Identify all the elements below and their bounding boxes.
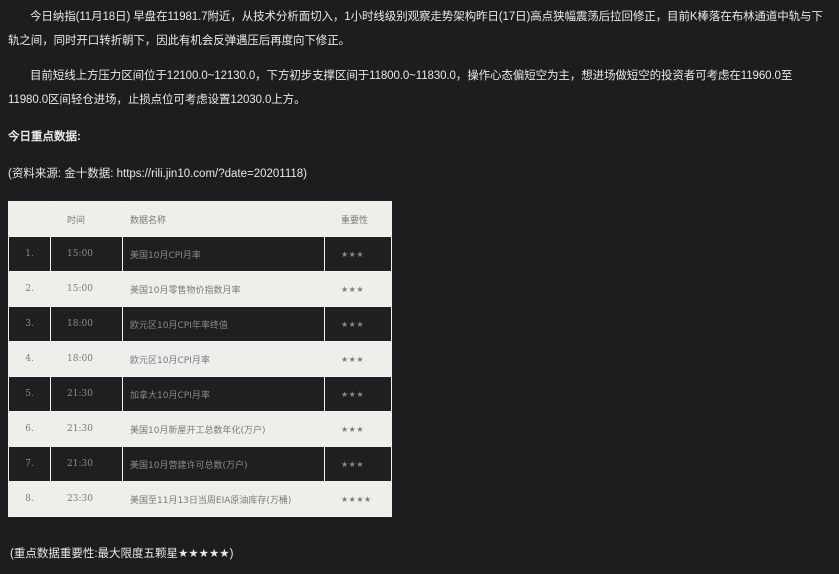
row-index: 3. [8,306,51,342]
table-row: 8. 23:30 美国至11月13日当周EIA原油库存(万桶) ★★★★ [8,481,392,517]
row-name: 美国10月CPI月率 [122,236,325,272]
row-name: 欧元区10月CPI年率终值 [122,306,325,342]
row-name: 加拿大10月CPI月率 [122,376,325,412]
row-importance-stars: ★★★ [324,446,392,482]
row-index: 5. [8,376,51,412]
row-time: 21:30 [50,411,123,447]
row-importance-stars: ★★★★ [324,481,392,517]
row-index: 8. [8,481,51,517]
table-row: 3. 18:00 欧元区10月CPI年率终值 ★★★ [8,306,392,342]
row-index: 1. [8,236,51,272]
row-time: 18:00 [50,341,123,377]
data-source-line: (资料来源: 金十数据: https://rili.jin10.com/?dat… [8,168,308,180]
importance-footnote: (重点数据重要性:最大限度五颗星★★★★★) [10,548,234,560]
header-index-cell [8,201,51,237]
row-name: 美国10月零售物价指数月率 [122,271,325,307]
row-importance-stars: ★★★ [324,376,392,412]
table-row: 2. 15:00 美国10月零售物价指数月率 ★★★ [8,271,392,307]
row-time: 21:30 [50,376,123,412]
row-importance-stars: ★★★ [324,306,392,342]
table-row: 7. 21:30 美国10月营建许可总数(万户) ★★★ [8,446,392,482]
analysis-paragraph-2: 目前短线上方压力区间位于12100.0~12130.0，下方初步支撑区间于118… [8,70,793,106]
row-importance-stars: ★★★ [324,411,392,447]
row-importance-stars: ★★★ [324,236,392,272]
table-row: 4. 18:00 欧元区10月CPI月率 ★★★ [8,341,392,377]
row-index: 2. [8,271,51,307]
row-time: 15:00 [50,271,123,307]
row-index: 7. [8,446,51,482]
header-time-cell: 时间 [50,201,123,237]
row-time: 18:00 [50,306,123,342]
key-data-heading: 今日重点数据: [8,131,81,143]
row-name: 美国10月营建许可总数(万户) [122,446,325,482]
header-importance-cell: 重要性 [324,201,392,237]
table-row: 1. 15:00 美国10月CPI月率 ★★★ [8,236,392,272]
header-name-cell: 数据名称 [122,201,325,237]
row-importance-stars: ★★★ [324,271,392,307]
row-index: 6. [8,411,51,447]
table-header-row: 时间 数据名称 重要性 [8,201,392,237]
row-index: 4. [8,341,51,377]
row-time: 15:00 [50,236,123,272]
economic-calendar-table: 时间 数据名称 重要性 1. 15:00 美国10月CPI月率 ★★★ 2. 1… [8,201,392,517]
row-time: 21:30 [50,446,123,482]
row-name: 美国10月新屋开工总数年化(万户) [122,411,325,447]
analysis-paragraph-1: 今日纳指(11月18日) 早盘在11981.7附近，从技术分析面切入，1小时线级… [8,11,823,47]
row-name: 美国至11月13日当周EIA原油库存(万桶) [122,481,325,517]
table-row: 5. 21:30 加拿大10月CPI月率 ★★★ [8,376,392,412]
row-name: 欧元区10月CPI月率 [122,341,325,377]
row-time: 23:30 [50,481,123,517]
table-row: 6. 21:30 美国10月新屋开工总数年化(万户) ★★★ [8,411,392,447]
row-importance-stars: ★★★ [324,341,392,377]
